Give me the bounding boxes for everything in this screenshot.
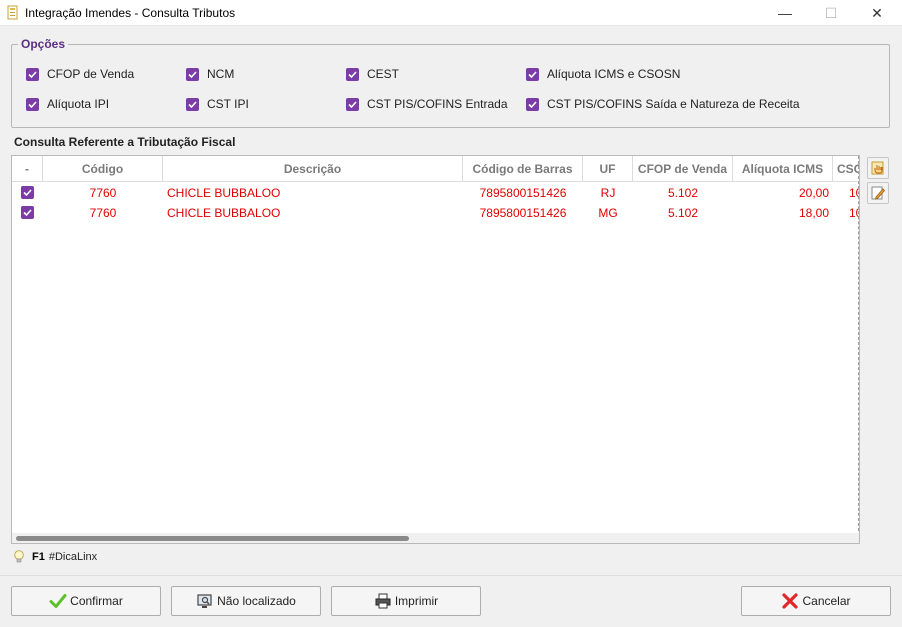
confirm-button[interactable]: Confirmar bbox=[11, 586, 161, 616]
checkbox-checked-icon[interactable] bbox=[26, 97, 39, 111]
grid-header: - Código Descrição Código de Barras UF C… bbox=[12, 156, 859, 182]
option-label: CFOP de Venda bbox=[47, 67, 135, 81]
column-header-codigo[interactable]: Código bbox=[43, 156, 163, 182]
tip-key: F1 bbox=[32, 551, 45, 563]
vertical-scrollbar[interactable] bbox=[858, 156, 859, 531]
checkbox-checked-icon[interactable] bbox=[26, 67, 39, 81]
not-found-label: Não localizado bbox=[217, 594, 296, 608]
cell-codigo: 7760 bbox=[89, 206, 117, 220]
option-label: CST PIS/COFINS Saída e Natureza de Recei… bbox=[547, 97, 800, 111]
cancel-label: Cancelar bbox=[802, 594, 851, 608]
option-aliquota-icms-csosn[interactable]: Alíquota ICMS e CSOSN bbox=[526, 66, 680, 82]
window-title: Integração Imendes - Consulta Tributos bbox=[25, 6, 236, 20]
footer-separator bbox=[0, 575, 902, 576]
column-header-codigo-barras[interactable]: Código de Barras bbox=[463, 156, 583, 182]
row-checkbox-icon[interactable] bbox=[21, 186, 34, 199]
horizontal-scrollbar[interactable] bbox=[12, 533, 859, 543]
edit-pencil-icon bbox=[871, 186, 886, 200]
row-checkbox-icon[interactable] bbox=[21, 206, 34, 219]
tax-grid: - Código Descrição Código de Barras UF C… bbox=[11, 155, 860, 544]
cell-codigo-barras: 7895800151426 bbox=[479, 186, 567, 200]
cell-uf: MG bbox=[598, 206, 618, 220]
checkbox-checked-icon[interactable] bbox=[526, 97, 539, 111]
options-legend: Opções bbox=[18, 37, 69, 51]
cancel-button[interactable]: Cancelar bbox=[741, 586, 891, 616]
option-label: Alíquota ICMS e CSOSN bbox=[547, 67, 681, 81]
option-cst-ipi[interactable]: CST IPI bbox=[186, 96, 249, 112]
cell-cfop: 5.102 bbox=[667, 206, 699, 220]
column-header-cfop[interactable]: CFOP de Venda bbox=[633, 156, 733, 182]
cell-descricao: CHICLE BUBBALOO bbox=[167, 186, 281, 200]
print-button[interactable]: Imprimir bbox=[331, 586, 481, 616]
option-ncm[interactable]: NCM bbox=[186, 66, 234, 82]
checkbox-checked-icon[interactable] bbox=[346, 67, 359, 81]
checkmark-icon bbox=[49, 594, 67, 608]
grid-title: Consulta Referente a Tributação Fiscal bbox=[14, 135, 236, 149]
option-cest[interactable]: CEST bbox=[346, 66, 399, 82]
cell-codigo: 7760 bbox=[89, 186, 117, 200]
option-label: NCM bbox=[207, 67, 235, 81]
column-header-uf[interactable]: UF bbox=[583, 156, 633, 182]
not-found-button[interactable]: Não localizado bbox=[171, 586, 321, 616]
option-label: Alíquota IPI bbox=[47, 97, 110, 111]
hand-pointer-icon bbox=[871, 161, 884, 175]
title-bar: Integração Imendes - Consulta Tributos —… bbox=[0, 0, 902, 26]
close-icon: ✕ bbox=[871, 4, 883, 21]
printer-icon bbox=[375, 593, 391, 609]
cell-uf: RJ bbox=[600, 186, 616, 200]
checkbox-checked-icon[interactable] bbox=[186, 67, 199, 81]
option-cst-pis-cofins-saida[interactable]: CST PIS/COFINS Saída e Natureza de Recei… bbox=[526, 96, 800, 112]
monitor-search-icon bbox=[197, 594, 212, 608]
options-group: Opções CFOP de Venda NCM CEST Alíquota I… bbox=[11, 37, 890, 128]
lightbulb-icon bbox=[14, 550, 24, 563]
confirm-label: Confirmar bbox=[70, 594, 123, 608]
option-label: CST IPI bbox=[207, 97, 249, 111]
help-tip: F1 #DicaLinx bbox=[13, 550, 97, 564]
maximize-button[interactable]: ☐ bbox=[808, 0, 854, 26]
print-label: Imprimir bbox=[394, 594, 439, 608]
table-row[interactable]: 7760 CHICLE BUBBALOO 7895800151426 RJ 5.… bbox=[12, 183, 859, 203]
checkbox-checked-icon[interactable] bbox=[186, 97, 199, 111]
app-icon bbox=[7, 5, 18, 20]
column-header-select[interactable]: - bbox=[12, 156, 43, 182]
option-cfop-de-venda[interactable]: CFOP de Venda bbox=[26, 66, 134, 82]
cell-cso: 10 bbox=[849, 186, 859, 200]
option-cst-pis-cofins-entrada[interactable]: CST PIS/COFINS Entrada bbox=[346, 96, 508, 112]
select-hand-button[interactable] bbox=[867, 157, 889, 179]
cell-cso: 10 bbox=[849, 206, 859, 220]
checkbox-checked-icon[interactable] bbox=[346, 97, 359, 111]
cell-codigo-barras: 7895800151426 bbox=[479, 206, 567, 220]
column-header-descricao[interactable]: Descrição bbox=[163, 156, 463, 182]
edit-button[interactable] bbox=[867, 182, 889, 204]
minimize-button[interactable]: — bbox=[762, 0, 808, 26]
option-label: CST PIS/COFINS Entrada bbox=[367, 97, 508, 111]
cancel-x-icon bbox=[782, 593, 799, 609]
column-header-cso[interactable]: CSO bbox=[833, 156, 859, 182]
tip-text: #DicaLinx bbox=[48, 551, 98, 563]
column-header-aliquota-icms[interactable]: Alíquota ICMS bbox=[733, 156, 833, 182]
horizontal-scrollbar-thumb[interactable] bbox=[16, 536, 409, 541]
cell-aliquota-icms: 18,00 bbox=[798, 206, 829, 220]
option-aliquota-ipi[interactable]: Alíquota IPI bbox=[26, 96, 109, 112]
cell-descricao: CHICLE BUBBALOO bbox=[167, 206, 281, 220]
option-label: CEST bbox=[367, 67, 400, 81]
cell-aliquota-icms: 20,00 bbox=[798, 186, 829, 200]
checkbox-checked-icon[interactable] bbox=[526, 67, 539, 81]
minimize-icon: — bbox=[778, 5, 792, 21]
close-button[interactable]: ✕ bbox=[854, 0, 900, 26]
maximize-icon: ☐ bbox=[824, 4, 838, 21]
cell-cfop: 5.102 bbox=[667, 186, 699, 200]
table-row[interactable]: 7760 CHICLE BUBBALOO 7895800151426 MG 5.… bbox=[12, 203, 859, 223]
